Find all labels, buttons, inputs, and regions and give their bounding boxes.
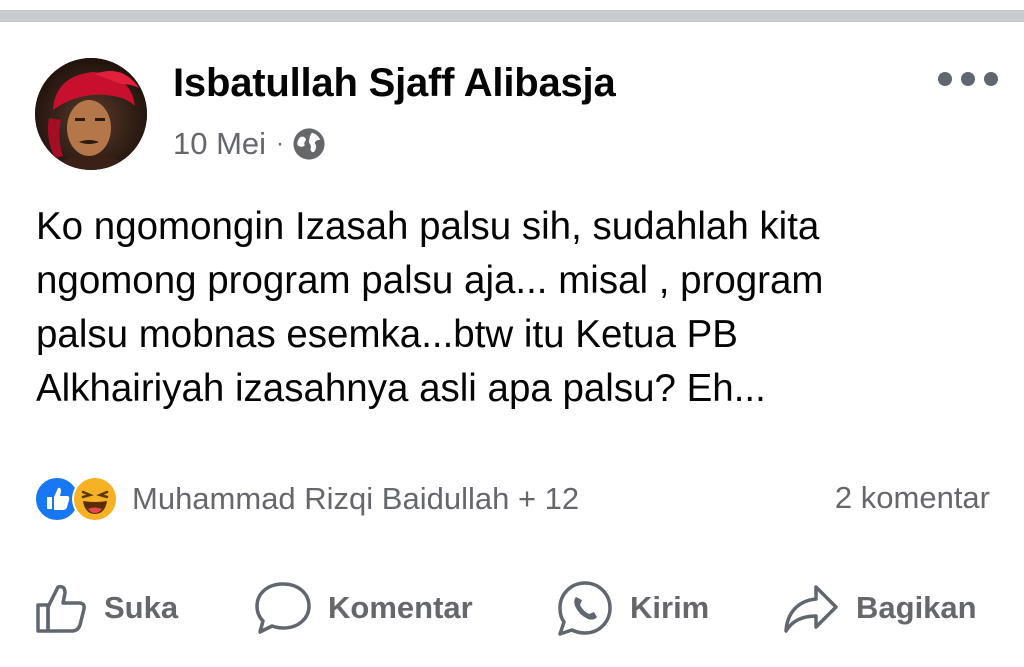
post-text-line: Alkhairiyah izasahnya asli apa palsu? Eh… [36,367,766,410]
dot-icon [984,72,998,86]
meta-separator: · [276,130,285,157]
post-text-line: ngomong program palsu aja... misal , pro… [36,259,824,302]
send-button[interactable]: Kirim [556,578,709,638]
share-label: Bagikan [856,590,977,625]
author-name[interactable]: Isbatullah Sjaff Alibasja [173,61,616,106]
dot-icon [961,72,975,86]
haha-icon [72,476,118,522]
like-label: Suka [104,590,179,625]
whatsapp-icon [558,581,612,636]
comment-label: Komentar [328,590,473,625]
send-label: Kirim [630,590,710,625]
reactions-summary[interactable]: Muhammad Rizqi Baidullah + 12 [34,474,579,524]
thumbs-up-icon [36,584,86,633]
avatar-image [35,58,147,170]
reactors-text[interactable]: Muhammad Rizqi Baidullah + 12 [132,481,579,517]
post-meta: 10 Mei · [173,124,326,164]
avatar[interactable] [35,58,147,170]
globe-icon [293,128,325,160]
more-options-button[interactable] [938,62,998,96]
feed-divider [0,10,1024,22]
share-icon [784,585,838,633]
post-text: Ko ngomongin Izasah palsu sih, sudahlah … [36,200,986,416]
share-button[interactable]: Bagikan [782,578,977,638]
post-text-line: palsu mobnas esemka...btw itu Ketua PB [36,313,738,356]
comment-button[interactable]: Komentar [254,578,473,638]
like-button[interactable]: Suka [34,578,178,638]
dot-icon [938,72,952,86]
comment-icon [255,582,311,634]
post-card: Isbatullah Sjaff Alibasja 10 Mei · Ko ng… [0,0,1024,667]
post-text-line: Ko ngomongin Izasah palsu sih, sudahlah … [36,205,820,248]
post-date[interactable]: 10 Mei [173,126,266,162]
comment-count[interactable]: 2 komentar [835,480,990,516]
